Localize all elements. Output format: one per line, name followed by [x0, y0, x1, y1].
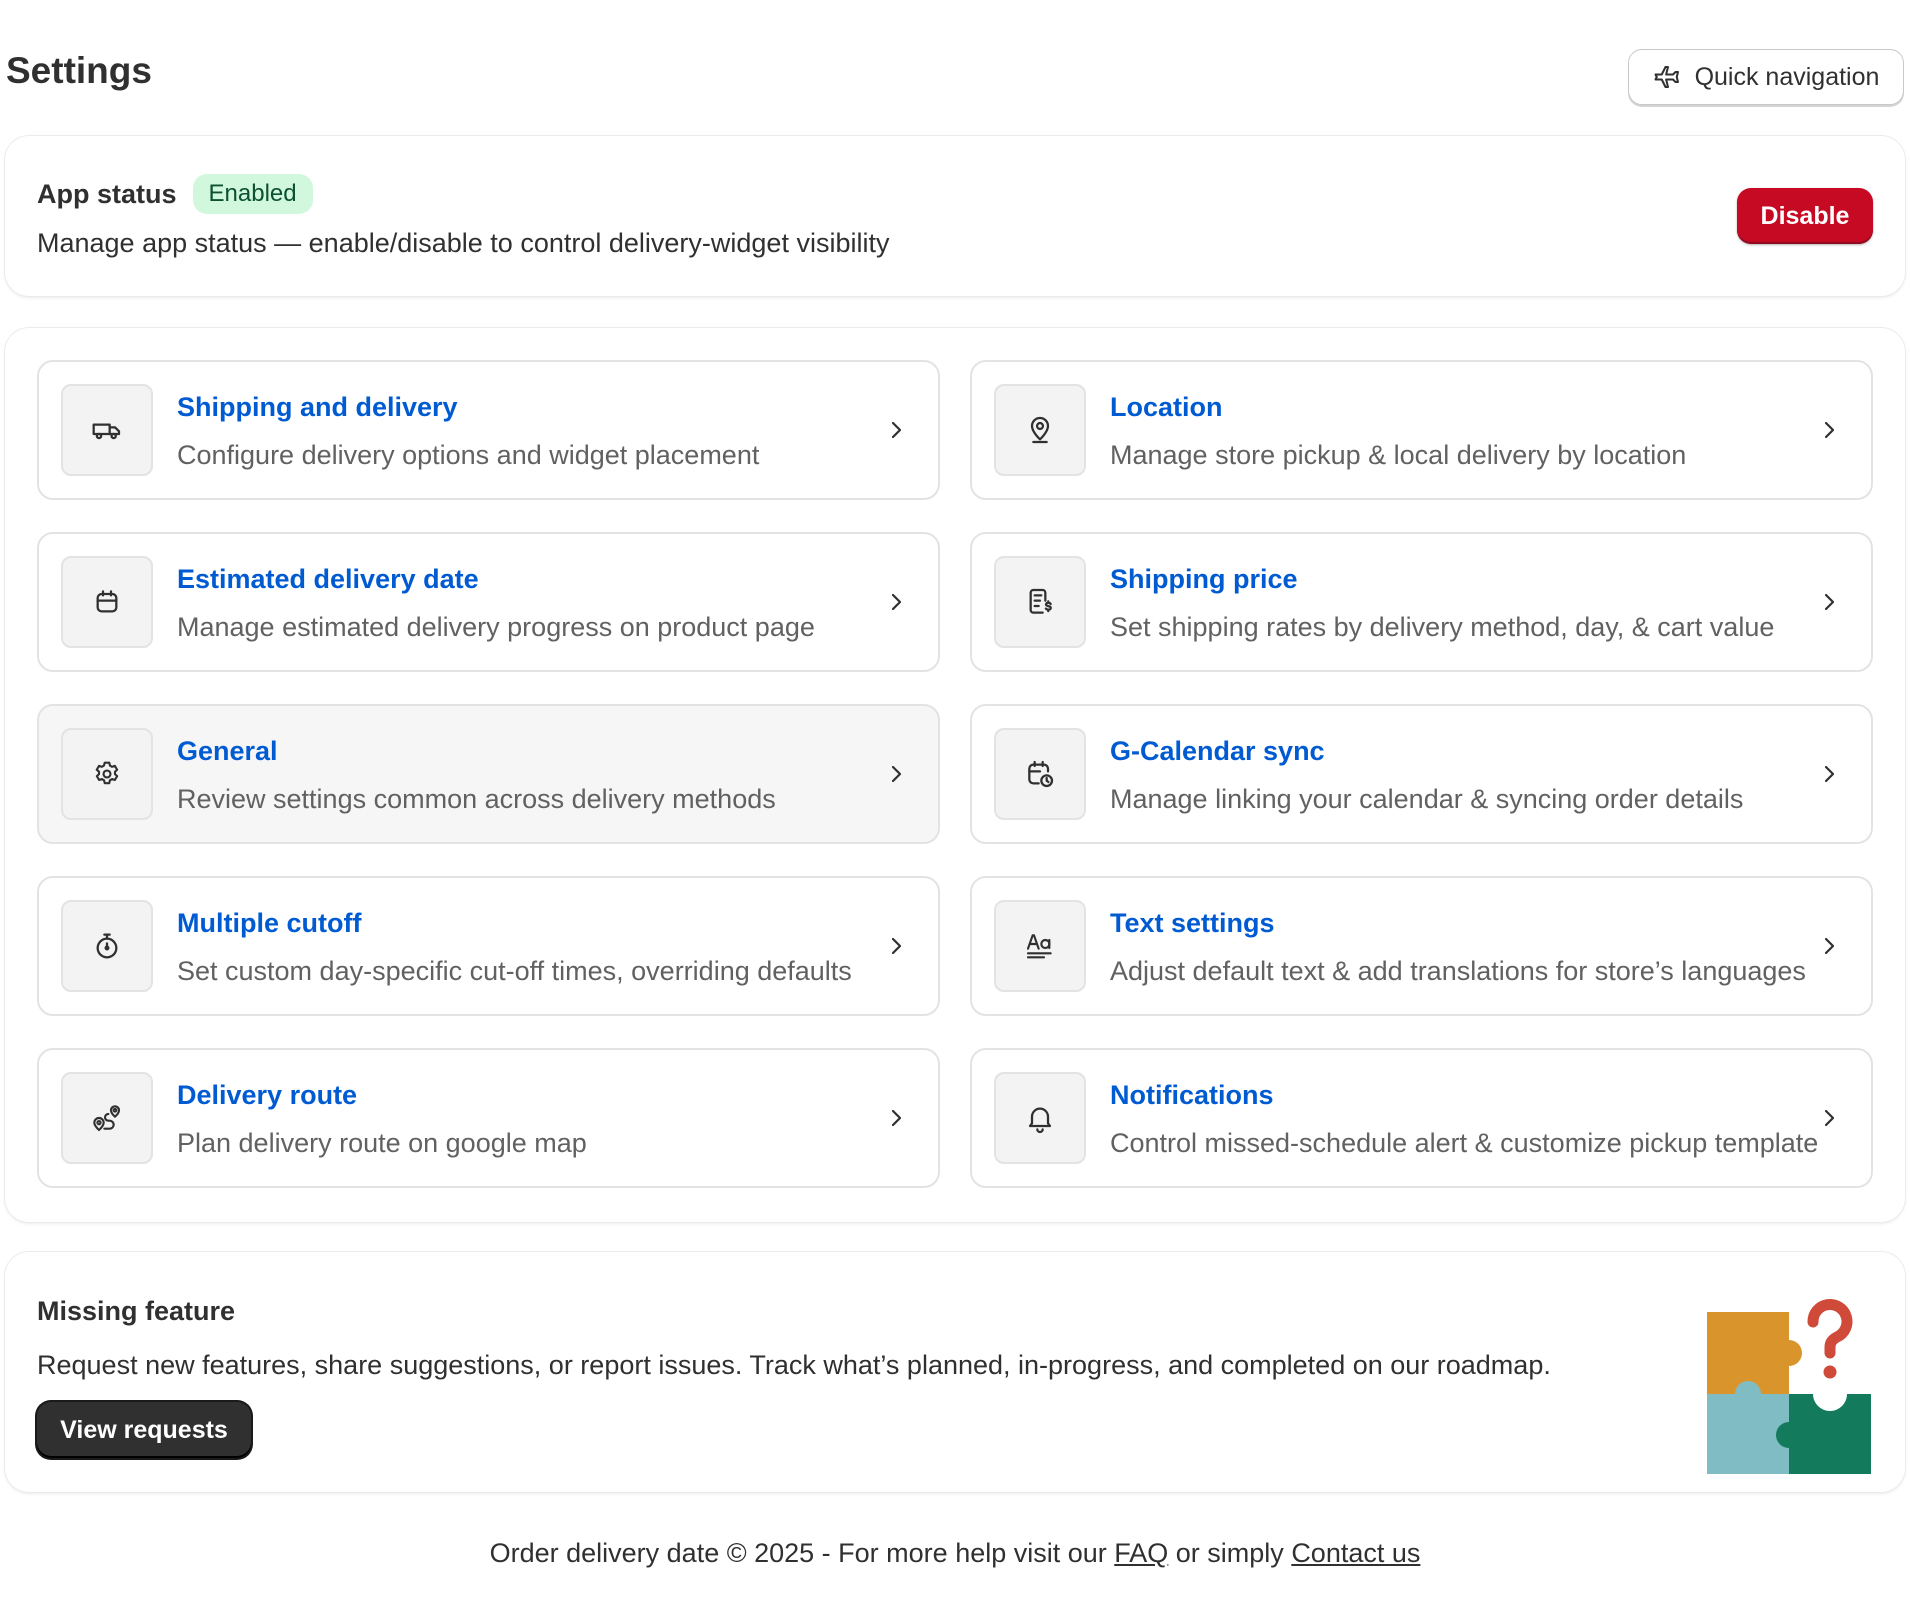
tile-title: Notifications: [1110, 1080, 1274, 1110]
contact-us-link[interactable]: Contact us: [1291, 1538, 1420, 1568]
tile-description: Plan delivery route on google map: [177, 1128, 587, 1158]
quick-navigation-label: Quick navigation: [1694, 62, 1880, 91]
calendar-icon: [96, 590, 118, 613]
chevron-right-icon: [1824, 593, 1835, 611]
chevron-right-icon: [1824, 765, 1835, 783]
chevron-right-icon: [891, 1109, 902, 1127]
tile-description: Set custom day-specific cut-off times, o…: [177, 956, 852, 986]
chevron-right-icon: [1824, 1109, 1835, 1127]
tile-delivery-route[interactable]: Delivery route Plan delivery route on go…: [37, 1048, 940, 1188]
gear-icon: [95, 761, 119, 785]
missing-feature-description: Request new features, share suggestions,…: [37, 1350, 1551, 1380]
settings-grid-card: Shipping and delivery Configure delivery…: [5, 328, 1905, 1222]
tile-description: Adjust default text & add translations f…: [1110, 956, 1806, 986]
tile-title: Shipping price: [1110, 564, 1298, 594]
tile-description: Review settings common across delivery m…: [177, 784, 776, 814]
tile-notifications[interactable]: Notifications Control missed-schedule al…: [970, 1048, 1873, 1188]
tile-title: Text settings: [1110, 908, 1275, 938]
tile-title: Shipping and delivery: [177, 392, 458, 422]
tile-multiple-cutoff[interactable]: Multiple cutoff Set custom day-specific …: [37, 876, 940, 1016]
truck-icon: [92, 423, 121, 440]
app-status-description: Manage app status — enable/disable to co…: [37, 228, 890, 258]
tile-shipping-price[interactable]: Shipping price Set shipping rates by del…: [970, 532, 1873, 672]
tile-shipping-and-delivery[interactable]: Shipping and delivery Configure delivery…: [37, 360, 940, 500]
footer-text: Order delivery date © 2025 - For more he…: [489, 1538, 1115, 1568]
calendar-clock-icon: [1028, 760, 1054, 788]
tile-text-settings[interactable]: Text settings Adjust default text & add …: [970, 876, 1873, 1016]
plane-icon: [1654, 66, 1679, 88]
tile-description: Manage store pickup & local delivery by …: [1110, 440, 1687, 470]
tile-description: Set shipping rates by delivery method, d…: [1110, 612, 1775, 642]
tile-description: Configure delivery options and widget pl…: [177, 440, 760, 470]
receipt-dollar-icon: [1029, 588, 1052, 614]
tile-title: G-Calendar sync: [1110, 736, 1325, 766]
puzzle-question-illustration: [1707, 1299, 1871, 1474]
missing-feature-title: Missing feature: [37, 1296, 236, 1326]
page-title: Settings: [6, 50, 152, 91]
faq-link[interactable]: FAQ: [1114, 1538, 1168, 1568]
tile-title: General: [177, 736, 278, 766]
chevron-right-icon: [1824, 937, 1835, 955]
stopwatch-icon: [96, 933, 118, 959]
tile-estimated-delivery-date[interactable]: Estimated delivery date Manage estimated…: [37, 532, 940, 672]
tile-title: Delivery route: [177, 1080, 358, 1110]
app-status-title: App status: [37, 178, 177, 209]
tile-description: Control missed-schedule alert & customiz…: [1110, 1128, 1819, 1158]
tile-description: Manage estimated delivery progress on pr…: [177, 612, 815, 642]
chevron-right-icon: [891, 593, 902, 611]
chevron-right-icon: [891, 937, 902, 955]
quick-navigation-button[interactable]: Quick navigation: [1628, 49, 1904, 105]
tile-description: Manage linking your calendar & syncing o…: [1110, 784, 1744, 814]
app-status-card: App status Enabled Manage app status — e…: [5, 136, 1905, 296]
tile-title: Estimated delivery date: [177, 564, 479, 594]
chevron-right-icon: [1824, 421, 1835, 439]
tile-general[interactable]: General Review settings common across de…: [37, 704, 940, 844]
missing-feature-card: Missing feature Request new features, sh…: [5, 1252, 1905, 1492]
tile-location[interactable]: Location Manage store pickup & local del…: [970, 360, 1873, 500]
tile-title: Location: [1110, 392, 1223, 422]
location-pin-icon: [1030, 416, 1050, 444]
route-icon: [93, 1105, 121, 1132]
chevron-right-icon: [891, 421, 902, 439]
tile-title: Multiple cutoff: [177, 908, 362, 938]
view-requests-button[interactable]: View requests: [37, 1402, 251, 1458]
status-badge: Enabled: [192, 174, 313, 214]
chevron-right-icon: [891, 765, 902, 783]
text-font-icon: [1026, 934, 1052, 959]
disable-button[interactable]: Disable: [1737, 188, 1873, 244]
tile-g-calendar-sync[interactable]: G-Calendar sync Manage linking your cale…: [970, 704, 1873, 844]
footer-text-middle: or simply: [1168, 1538, 1292, 1568]
bell-icon: [1028, 1107, 1052, 1134]
footer: Order delivery date © 2025 - For more he…: [0, 1538, 1910, 1569]
